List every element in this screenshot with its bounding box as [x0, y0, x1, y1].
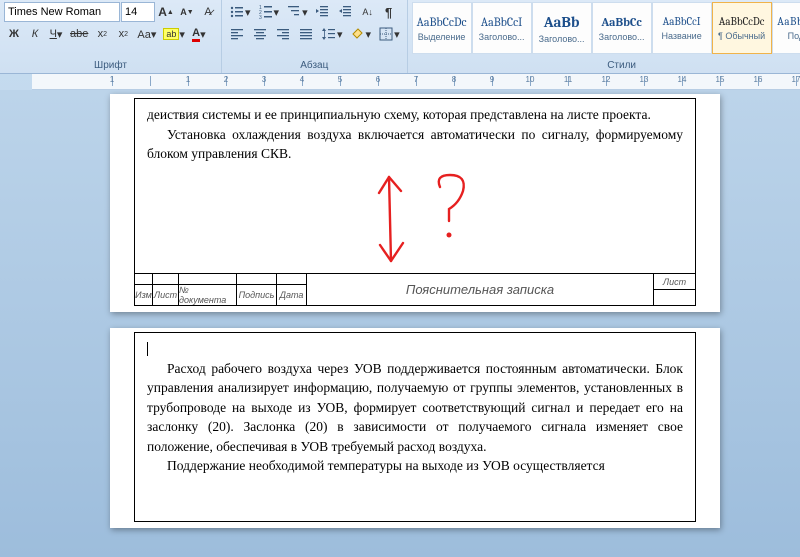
page-1[interactable]: деиствия системы и ее принципиальную схе… [110, 94, 720, 312]
borders-button[interactable]: ▾ [375, 24, 403, 44]
styles-gallery[interactable]: AaBbCcDc Выделение AaBbCcI Заголово... A… [412, 2, 800, 54]
title-block: Изм Лист № документа Подпись Дата Поясни… [134, 274, 696, 306]
decrease-indent-button[interactable] [312, 2, 334, 22]
superscript-button[interactable]: x2 [113, 24, 133, 44]
style-item-heading2[interactable]: AaBb Заголово... [532, 2, 592, 54]
body-text[interactable]: Поддержание необходимой температуры на в… [147, 456, 683, 476]
increase-indent-button[interactable] [335, 2, 357, 22]
tb-right-label: Лист [654, 274, 695, 290]
style-item-normal[interactable]: AaBbCcDc ¶ Обычный [712, 2, 772, 54]
change-case-button[interactable]: Aa▾ [134, 24, 159, 44]
font-group-label: Шрифт [4, 59, 217, 73]
empty-paragraph[interactable] [147, 339, 683, 359]
paragraph-group-label: Абзац [226, 59, 403, 73]
bold-button[interactable]: Ж [4, 24, 24, 44]
horizontal-ruler[interactable]: 1123456789101112131415161718 [32, 74, 800, 90]
body-text[interactable]: Расход рабочего воздуха через УОВ поддер… [147, 359, 683, 457]
align-right-button[interactable] [272, 24, 294, 44]
page-2[interactable]: Расход рабочего воздуха через УОВ поддер… [110, 328, 720, 528]
align-justify-button[interactable] [295, 24, 317, 44]
grow-font-button[interactable]: A▲ [156, 2, 176, 22]
bullets-button[interactable]: ▾ [226, 2, 254, 22]
tb-right-value [654, 290, 695, 305]
tb-podpis: Подпись [237, 284, 277, 305]
tb-list: Лист [153, 284, 179, 305]
align-left-button[interactable] [226, 24, 248, 44]
style-item-heading3[interactable]: AaBbCc Заголово... [592, 2, 652, 54]
annotation-scribble [335, 165, 505, 275]
align-center-button[interactable] [249, 24, 271, 44]
svg-text:3: 3 [259, 15, 262, 20]
font-color-button[interactable]: A▾ [189, 24, 209, 44]
font-family-combo[interactable] [4, 2, 120, 22]
clear-format-button[interactable]: A̷ [198, 2, 218, 22]
style-item-subtitle[interactable]: AaBbCcDc Подзаг [772, 2, 800, 54]
style-item-heading1[interactable]: AaBbCcI Заголово... [472, 2, 532, 54]
sort-button[interactable]: A↓ [358, 2, 378, 22]
italic-button[interactable]: К [25, 24, 45, 44]
tb-title: Пояснительная записка [307, 274, 653, 305]
font-size-combo[interactable] [121, 2, 155, 22]
tb-data: Дата [277, 284, 307, 305]
highlight-button[interactable]: ab▾ [160, 24, 188, 44]
underline-button[interactable]: Ч▾ [46, 24, 66, 44]
tb-izm: Изм [135, 284, 153, 305]
subscript-button[interactable]: x2 [92, 24, 112, 44]
body-text[interactable]: деиствия системы и ее принципиальную схе… [147, 105, 683, 125]
styles-group-label: Стили [412, 59, 800, 73]
document-area[interactable]: деиствия системы и ее принципиальную схе… [0, 90, 800, 557]
multilevel-button[interactable]: ▾ [283, 2, 311, 22]
style-item-title[interactable]: AaBbCcI Название [652, 2, 712, 54]
text-cursor [147, 342, 148, 356]
style-item-emphasis[interactable]: AaBbCcDc Выделение [412, 2, 472, 54]
shrink-font-button[interactable]: A▼ [177, 2, 197, 22]
shading-button[interactable]: ▾ [347, 24, 375, 44]
line-spacing-button[interactable]: ▾ [318, 24, 346, 44]
show-marks-button[interactable]: ¶ [379, 2, 399, 22]
strike-button[interactable]: abe [67, 24, 91, 44]
tb-ndoc: № документа [179, 284, 237, 305]
numbering-button[interactable]: 123▾ [255, 2, 283, 22]
body-text[interactable]: Установка охлаждения воздуха включается … [147, 125, 683, 164]
